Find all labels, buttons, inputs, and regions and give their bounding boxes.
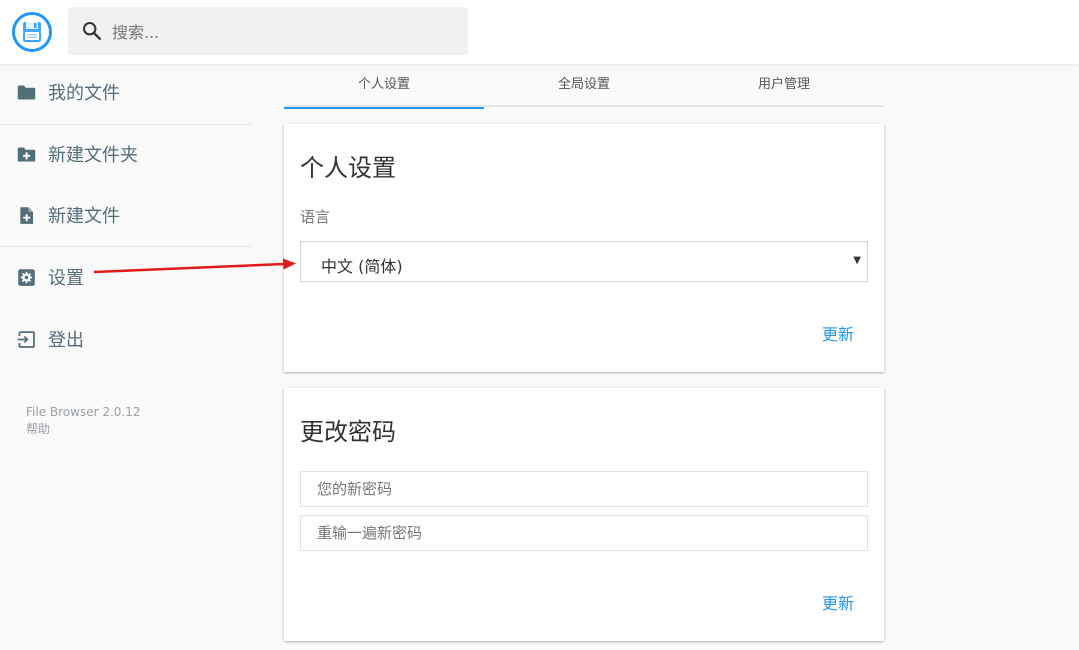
top-header xyxy=(0,0,1079,64)
search-bar[interactable] xyxy=(68,7,468,57)
logout-icon xyxy=(17,330,35,348)
sidebar-item-label: 登出 xyxy=(48,330,84,351)
sidebar-item-logout[interactable]: 登出 xyxy=(0,311,252,367)
version-text: File Browser 2.0.12 xyxy=(26,405,141,419)
floppy-disk-icon[interactable] xyxy=(12,12,52,52)
update-password-button[interactable]: 更新 xyxy=(822,590,854,614)
update-profile-button[interactable]: 更新 xyxy=(822,321,854,345)
sidebar-divider xyxy=(0,124,252,125)
sidebar-item-new-file[interactable]: 新建文件 xyxy=(0,187,252,243)
new-password-field[interactable] xyxy=(300,471,868,507)
card-title: 更改密码 xyxy=(300,418,396,446)
gear-icon xyxy=(18,268,35,286)
change-password-card: 更改密码 更新 xyxy=(284,388,884,641)
card-title: 个人设置 xyxy=(300,154,396,182)
sidebar-item-label: 新建文件夹 xyxy=(48,145,138,166)
search-icon xyxy=(83,22,101,40)
sidebar-item-label: 设置 xyxy=(48,268,84,289)
help-link[interactable]: 帮助 xyxy=(26,421,141,438)
language-select-value: 中文 (简体) xyxy=(321,257,403,276)
sidebar-item-new-folder[interactable]: 新建文件夹 xyxy=(0,126,252,182)
confirm-password-field[interactable] xyxy=(300,515,868,551)
credits: File Browser 2.0.12 帮助 xyxy=(26,404,141,438)
file-plus-icon xyxy=(20,206,34,224)
tab-global-settings[interactable]: 全局设置 xyxy=(484,64,684,107)
settings-tabs: 个人设置 全局设置 用户管理 xyxy=(284,64,884,109)
sidebar-item-label: 新建文件 xyxy=(48,206,120,227)
sidebar-divider xyxy=(0,246,252,247)
language-select[interactable]: 中文 (简体) ▼ xyxy=(300,241,868,282)
caret-down-icon: ▼ xyxy=(853,255,861,266)
search-input[interactable] xyxy=(110,7,454,57)
sidebar-item-my-files[interactable]: 我的文件 xyxy=(0,64,252,120)
profile-settings-card: 个人设置 语言 中文 (简体) ▼ 更新 xyxy=(284,124,884,372)
folder-plus-icon xyxy=(17,147,36,161)
folder-icon xyxy=(17,85,36,99)
sidebar-item-label: 我的文件 xyxy=(48,83,120,104)
tab-profile-settings[interactable]: 个人设置 xyxy=(284,64,484,109)
language-label: 语言 xyxy=(300,208,331,226)
tab-user-management[interactable]: 用户管理 xyxy=(684,64,884,107)
sidebar-item-settings[interactable]: 设置 xyxy=(0,249,252,305)
